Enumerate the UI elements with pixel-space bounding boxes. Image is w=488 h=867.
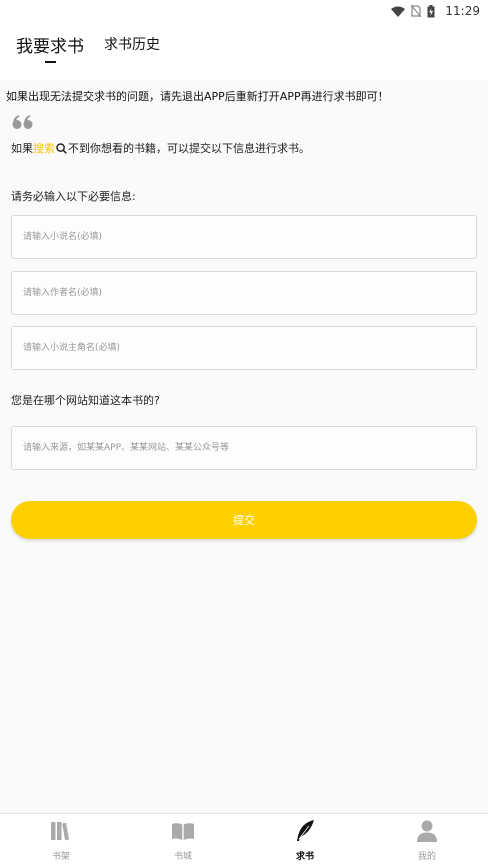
active-tab-indicator [45,61,56,63]
status-time: 11:29 [445,4,480,18]
nav-label-bookshelf: 书架 [51,852,70,862]
quote-icon [12,115,33,129]
feather-icon [297,820,314,841]
nav-item-bookshelf[interactable]: 书架 [0,814,122,867]
tab-request-book[interactable]: 我要求书 [16,32,84,57]
submit-button[interactable]: 提交 [11,501,477,539]
no-sim-icon [411,5,422,17]
battery-charging-icon [427,4,435,17]
nav-item-mine[interactable]: 我的 [366,814,488,867]
author-name-input[interactable] [11,271,477,315]
header: 我要求书 求书历史 [0,22,488,80]
protagonist-name-input[interactable] [11,326,477,370]
tip-suffix: 不到你想看的书籍，可以提交以下信息进行求书。 [68,142,310,155]
status-bar: 11:29 [0,0,488,22]
tip-search-link[interactable]: 搜索 [33,140,55,156]
wifi-icon [391,6,406,17]
nav-label-request-book: 求书 [295,852,314,862]
notice-text: 如果出现无法提交求书的问题，请先退出APP后重新打开APP再进行求书即可！ [6,90,389,103]
search-icon [56,142,67,154]
nav-label-mine: 我的 [417,852,436,862]
main-content: 如果出现无法提交求书的问题，请先退出APP后重新打开APP再进行求书即可！ 如果… [0,80,488,812]
request-book-screen: 11:29 我要求书 求书历史 如果出现无法提交求书的问题，请先退出APP后重新… [0,0,488,867]
nav-item-bookstore[interactable]: 书城 [122,814,244,867]
bookshelf-icon [51,822,70,841]
nav-item-request-book[interactable]: 求书 [244,814,366,867]
nav-label-bookstore: 书城 [173,852,192,862]
required-info-label: 请务必输入以下必要信息: [11,190,136,203]
novel-name-input[interactable] [11,215,477,259]
open-book-icon [172,823,194,840]
source-question-label: 您是在哪个网站知道这本书的? [11,394,160,407]
bottom-nav: 书架 书城 求书 我的 [0,813,488,867]
source-input[interactable] [11,426,477,470]
user-icon [417,820,437,842]
search-tip: 如果 搜索 不到你想看的书籍，可以提交以下信息进行求书。 [11,140,310,156]
tip-prefix: 如果 [11,142,33,155]
tab-request-history[interactable]: 求书历史 [104,34,160,54]
